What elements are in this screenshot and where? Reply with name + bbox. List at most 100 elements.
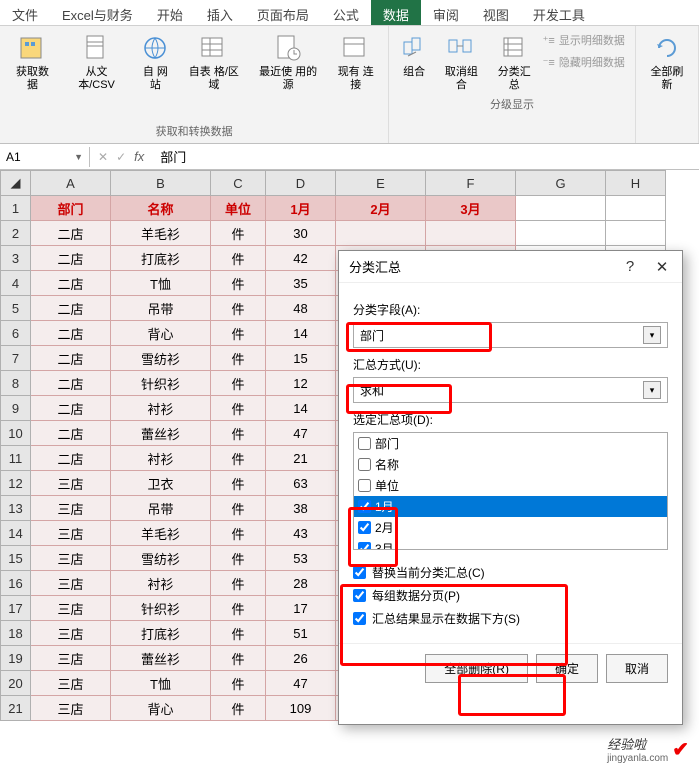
cell[interactable]: 件 [211,221,266,246]
cell[interactable] [516,221,606,246]
btn-existing-conn[interactable]: 现有 连接 [329,30,382,121]
list-item[interactable]: 3月 [354,538,667,550]
col-header-C[interactable]: C [211,171,266,196]
cell[interactable]: 羊毛衫 [111,521,211,546]
row-header[interactable]: 14 [1,521,31,546]
row-header[interactable]: 15 [1,546,31,571]
cell[interactable]: 吊带 [111,296,211,321]
row-header[interactable]: 6 [1,321,31,346]
cell[interactable]: 43 [266,521,336,546]
cell[interactable] [516,196,606,221]
cell[interactable]: 14 [266,396,336,421]
row-header[interactable]: 21 [1,696,31,721]
remove-all-button[interactable]: 全部删除(R) [425,654,528,683]
cell[interactable]: 件 [211,346,266,371]
cell[interactable]: 二店 [31,321,111,346]
btn-recent[interactable]: 最近使 用的源 [251,30,325,121]
cell[interactable]: 针织衫 [111,371,211,396]
cell[interactable]: 35 [266,271,336,296]
cell[interactable]: 二店 [31,221,111,246]
pagebreak-checkbox[interactable]: 每组数据分页(P) [353,587,668,604]
name-box[interactable]: A1 ▼ [0,147,90,167]
row-header[interactable]: 11 [1,446,31,471]
cell[interactable]: 针织衫 [111,596,211,621]
cell[interactable]: 件 [211,646,266,671]
cell[interactable]: 件 [211,246,266,271]
cell[interactable]: 47 [266,671,336,696]
cell[interactable]: T恤 [111,671,211,696]
cell[interactable]: 雪纺衫 [111,546,211,571]
cell[interactable]: 件 [211,421,266,446]
cell[interactable]: 件 [211,471,266,496]
cell[interactable]: 三店 [31,521,111,546]
summary-below-checkbox[interactable]: 汇总结果显示在数据下方(S) [353,610,668,627]
cell[interactable]: 打底衫 [111,246,211,271]
cell[interactable]: 二店 [31,271,111,296]
btn-ungroup[interactable]: 取消组合 [437,30,486,94]
cell[interactable]: 1月 [266,196,336,221]
row-header[interactable]: 8 [1,371,31,396]
col-header-A[interactable]: A [31,171,111,196]
replace-checkbox[interactable]: 替换当前分类汇总(C) [353,564,668,581]
cell[interactable]: 二店 [31,246,111,271]
list-item[interactable]: 部门 [354,433,667,454]
cell[interactable]: 部门 [31,196,111,221]
cell[interactable] [606,221,666,246]
namebox-dropdown-icon[interactable]: ▼ [74,152,83,162]
cell[interactable]: 蕾丝衫 [111,421,211,446]
cell[interactable]: 17 [266,596,336,621]
tab-view[interactable]: 视图 [471,0,521,25]
row-header[interactable]: 4 [1,271,31,296]
cell[interactable]: 件 [211,571,266,596]
list-item[interactable]: 2月 [354,517,667,538]
cell[interactable]: 衬衫 [111,446,211,471]
cell[interactable]: 47 [266,421,336,446]
list-item[interactable]: 1月 [354,496,667,517]
btn-from-web[interactable]: 自 网站 [134,30,177,121]
cell[interactable]: 3月 [426,196,516,221]
cell[interactable]: 件 [211,696,266,721]
fx-button[interactable]: fx [134,149,144,164]
cell[interactable]: 30 [266,221,336,246]
cell[interactable]: 109 [266,696,336,721]
cell[interactable]: T恤 [111,271,211,296]
cell[interactable]: 雪纺衫 [111,346,211,371]
items-listbox[interactable]: 部门名称单位1月2月3月 [353,432,668,550]
col-header-G[interactable]: G [516,171,606,196]
col-header-B[interactable]: B [111,171,211,196]
tab-layout[interactable]: 页面布局 [245,0,321,25]
btn-group[interactable]: 组合 [395,30,433,94]
fn-accept-icon[interactable]: ✓ [116,150,126,164]
fn-cancel-icon[interactable]: ✕ [98,150,108,164]
cell[interactable]: 21 [266,446,336,471]
col-header-D[interactable]: D [266,171,336,196]
cell[interactable] [606,196,666,221]
tab-data[interactable]: 数据 [371,0,421,25]
tab-developer[interactable]: 开发工具 [521,0,597,25]
cell[interactable]: 38 [266,496,336,521]
cell[interactable]: 二店 [31,421,111,446]
cell[interactable]: 名称 [111,196,211,221]
cell[interactable]: 件 [211,321,266,346]
cell[interactable]: 羊毛衫 [111,221,211,246]
tab-excel-finance[interactable]: Excel与财务 [50,0,145,25]
cell[interactable]: 三店 [31,571,111,596]
cell[interactable]: 51 [266,621,336,646]
col-header-E[interactable]: E [336,171,426,196]
cell[interactable]: 二店 [31,446,111,471]
list-item[interactable]: 名称 [354,454,667,475]
cell[interactable]: 48 [266,296,336,321]
btn-get-data[interactable]: 获取数 据 [6,30,59,121]
btn-show-detail[interactable]: ⁺≡显示明细数据 [539,30,629,50]
ok-button[interactable]: 确定 [536,654,598,683]
cell[interactable]: 件 [211,396,266,421]
cell[interactable]: 件 [211,621,266,646]
cell[interactable]: 蕾丝衫 [111,646,211,671]
tab-home[interactable]: 开始 [145,0,195,25]
cell[interactable]: 单位 [211,196,266,221]
row-header[interactable]: 20 [1,671,31,696]
tab-insert[interactable]: 插入 [195,0,245,25]
btn-from-csv[interactable]: 从文 本/CSV [63,30,130,121]
row-header[interactable]: 18 [1,621,31,646]
cell[interactable]: 12 [266,371,336,396]
